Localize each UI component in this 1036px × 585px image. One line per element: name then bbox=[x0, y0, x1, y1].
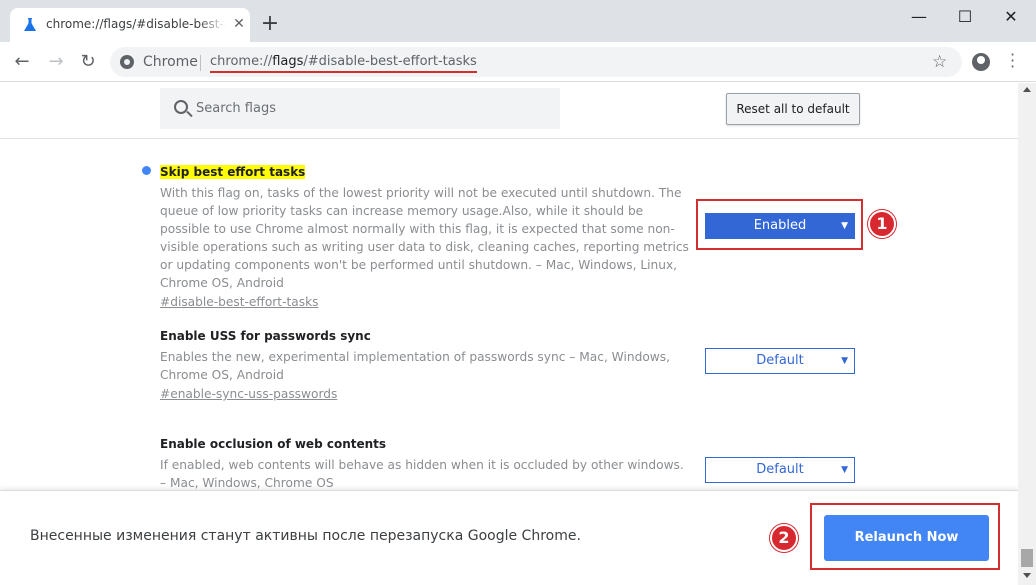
scroll-up-arrow-icon[interactable] bbox=[1023, 87, 1031, 92]
flag-title: Enable USS for passwords sync bbox=[160, 329, 371, 343]
chevron-down-icon: ▼ bbox=[841, 221, 848, 231]
flag-link[interactable]: #disable-best-effort-tasks bbox=[160, 292, 880, 312]
annotation-badge-1: 1 bbox=[868, 210, 896, 238]
title-bar: chrome://flags/#disable-best-effort-task… bbox=[0, 0, 1036, 42]
search-input[interactable] bbox=[196, 88, 546, 129]
flag-select-default[interactable]: Default ▼ bbox=[705, 457, 855, 483]
maximize-button[interactable]: ☐ bbox=[942, 4, 988, 30]
forward-button[interactable]: → bbox=[44, 50, 68, 74]
flag-title: Skip best effort tasks bbox=[160, 165, 306, 179]
flask-icon bbox=[24, 18, 36, 31]
browser-toolbar: ← → ↻ Chrome chrome://flags/#disable-bes… bbox=[0, 42, 1036, 82]
minimize-button[interactable]: — bbox=[896, 4, 942, 30]
reload-button[interactable]: ↻ bbox=[76, 50, 100, 74]
menu-icon[interactable]: · · · bbox=[1010, 47, 1015, 75]
profile-icon[interactable] bbox=[972, 53, 990, 71]
star-icon[interactable]: ☆ bbox=[932, 52, 947, 72]
relaunch-now-button[interactable]: Relaunch Now bbox=[824, 515, 989, 561]
search-icon bbox=[174, 100, 188, 114]
flag-select-enabled[interactable]: Enabled ▼ bbox=[705, 213, 855, 239]
back-button[interactable]: ← bbox=[10, 50, 34, 74]
tab-title: chrome://flags/#disable-best-effort-task… bbox=[46, 17, 226, 31]
divider bbox=[200, 55, 201, 71]
flag-description: With this flag on, tasks of the lowest p… bbox=[160, 186, 689, 290]
flag-select-default[interactable]: Default ▼ bbox=[705, 348, 855, 374]
annotation-badge-2: 2 bbox=[770, 524, 798, 552]
flags-header: Reset all to default bbox=[0, 83, 1018, 139]
url-text[interactable]: chrome://flags/#disable-best-effort-task… bbox=[210, 54, 477, 73]
site-chip[interactable]: Chrome bbox=[143, 54, 198, 70]
relaunch-message: Внесенные изменения станут активны после… bbox=[30, 528, 581, 544]
flags-content: Reset all to default Skip best effort ta… bbox=[0, 83, 1018, 490]
modified-indicator bbox=[142, 166, 151, 175]
chrome-icon bbox=[120, 55, 134, 69]
scroll-down-arrow-icon[interactable] bbox=[1023, 573, 1031, 578]
close-icon[interactable]: ✕ bbox=[232, 17, 246, 31]
flag-link[interactable]: #enable-sync-uss-passwords bbox=[160, 384, 880, 404]
scrollbar[interactable] bbox=[1018, 83, 1036, 585]
chevron-down-icon: ▼ bbox=[841, 465, 848, 475]
scroll-thumb[interactable] bbox=[1021, 549, 1033, 567]
plus-icon[interactable]: + bbox=[260, 13, 280, 35]
flag-title: Enable occlusion of web contents bbox=[160, 437, 387, 451]
chevron-down-icon: ▼ bbox=[841, 356, 848, 366]
reset-all-button[interactable]: Reset all to default bbox=[726, 93, 860, 125]
search-box[interactable] bbox=[160, 88, 560, 129]
address-bar[interactable]: Chrome chrome://flags/#disable-best-effo… bbox=[110, 47, 962, 77]
flag-description: If enabled, web contents will behave as … bbox=[160, 458, 684, 490]
flag-description: Enables the new, experimental implementa… bbox=[160, 350, 670, 382]
window-close-button[interactable]: ✕ bbox=[988, 4, 1034, 30]
tab-flags[interactable]: chrome://flags/#disable-best-effort-task… bbox=[10, 8, 250, 42]
relaunch-bar: Внесенные изменения станут активны после… bbox=[0, 490, 1018, 585]
